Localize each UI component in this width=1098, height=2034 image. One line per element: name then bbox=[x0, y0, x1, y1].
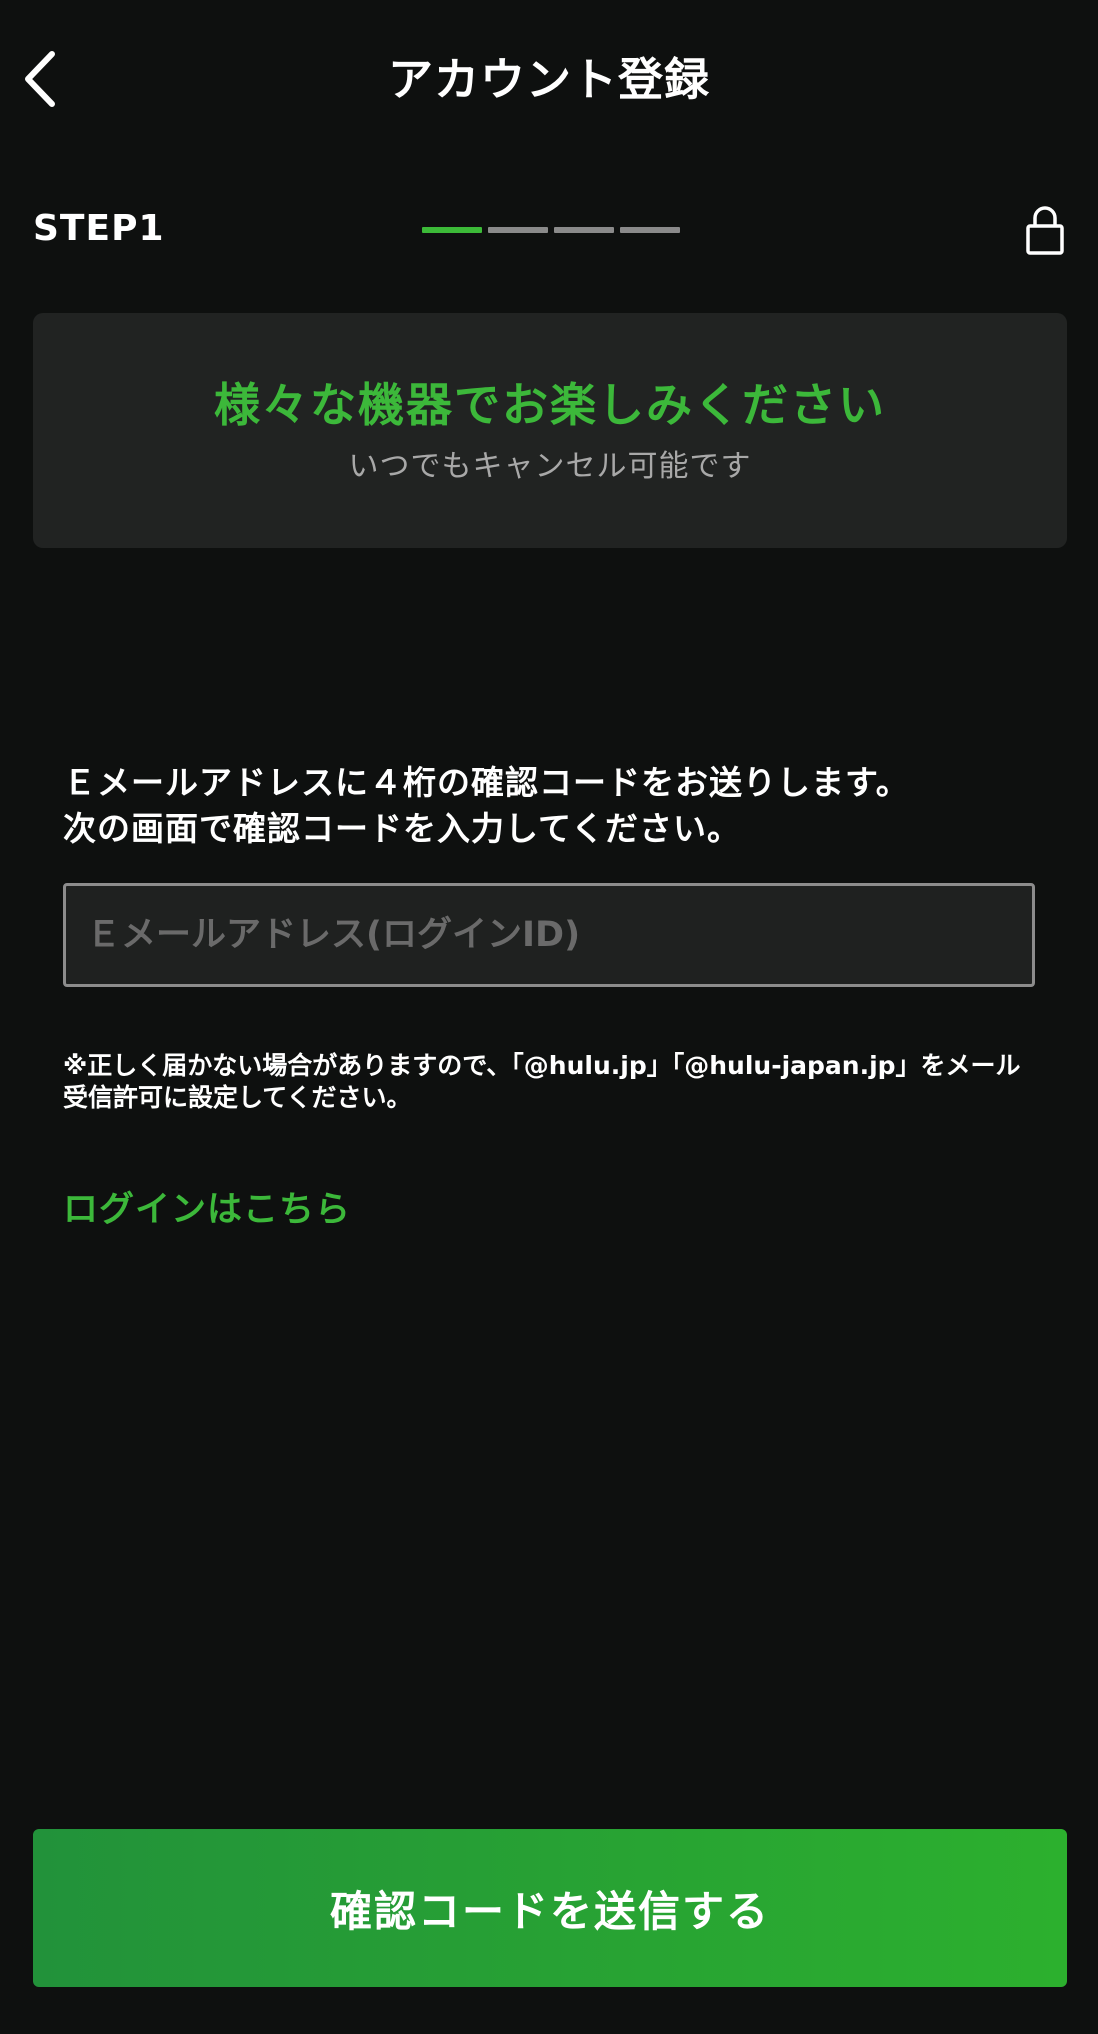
send-code-button[interactable]: 確認コードを送信する bbox=[33, 1829, 1067, 1987]
instruction-text: Ｅメールアドレスに４桁の確認コードをお送りします。 次の画面で確認コードを入力し… bbox=[63, 760, 1043, 852]
delivery-note: ※正しく届かない場合がありますので、「@hulu.jp」「@hulu-japan… bbox=[63, 1051, 1021, 1112]
progress-segment bbox=[620, 227, 680, 233]
progress-segment bbox=[488, 227, 548, 233]
banner-subtitle: いつでもキャンセル可能です bbox=[348, 449, 752, 484]
progress-segment bbox=[422, 227, 482, 233]
step-indicator: STEP1 bbox=[0, 195, 1098, 265]
promo-banner: 様々な機器でお楽しみください いつでもキャンセル可能です bbox=[33, 313, 1067, 548]
lock-icon bbox=[1026, 206, 1064, 255]
email-field[interactable] bbox=[63, 883, 1035, 987]
progress-segment bbox=[554, 227, 614, 233]
login-link[interactable]: ログインはこちら bbox=[63, 1185, 351, 1235]
step-label: STEP1 bbox=[33, 208, 165, 249]
header: アカウント登録 bbox=[0, 0, 1098, 160]
banner-title: 様々な機器でお楽しみください bbox=[214, 378, 886, 432]
instruction-line-1: Ｅメールアドレスに４桁の確認コードをお送りします。 bbox=[63, 763, 910, 802]
step-progress bbox=[422, 227, 680, 233]
page-title: アカウント登録 bbox=[387, 53, 710, 106]
instruction-line-2: 次の画面で確認コードを入力してください。 bbox=[63, 809, 742, 848]
